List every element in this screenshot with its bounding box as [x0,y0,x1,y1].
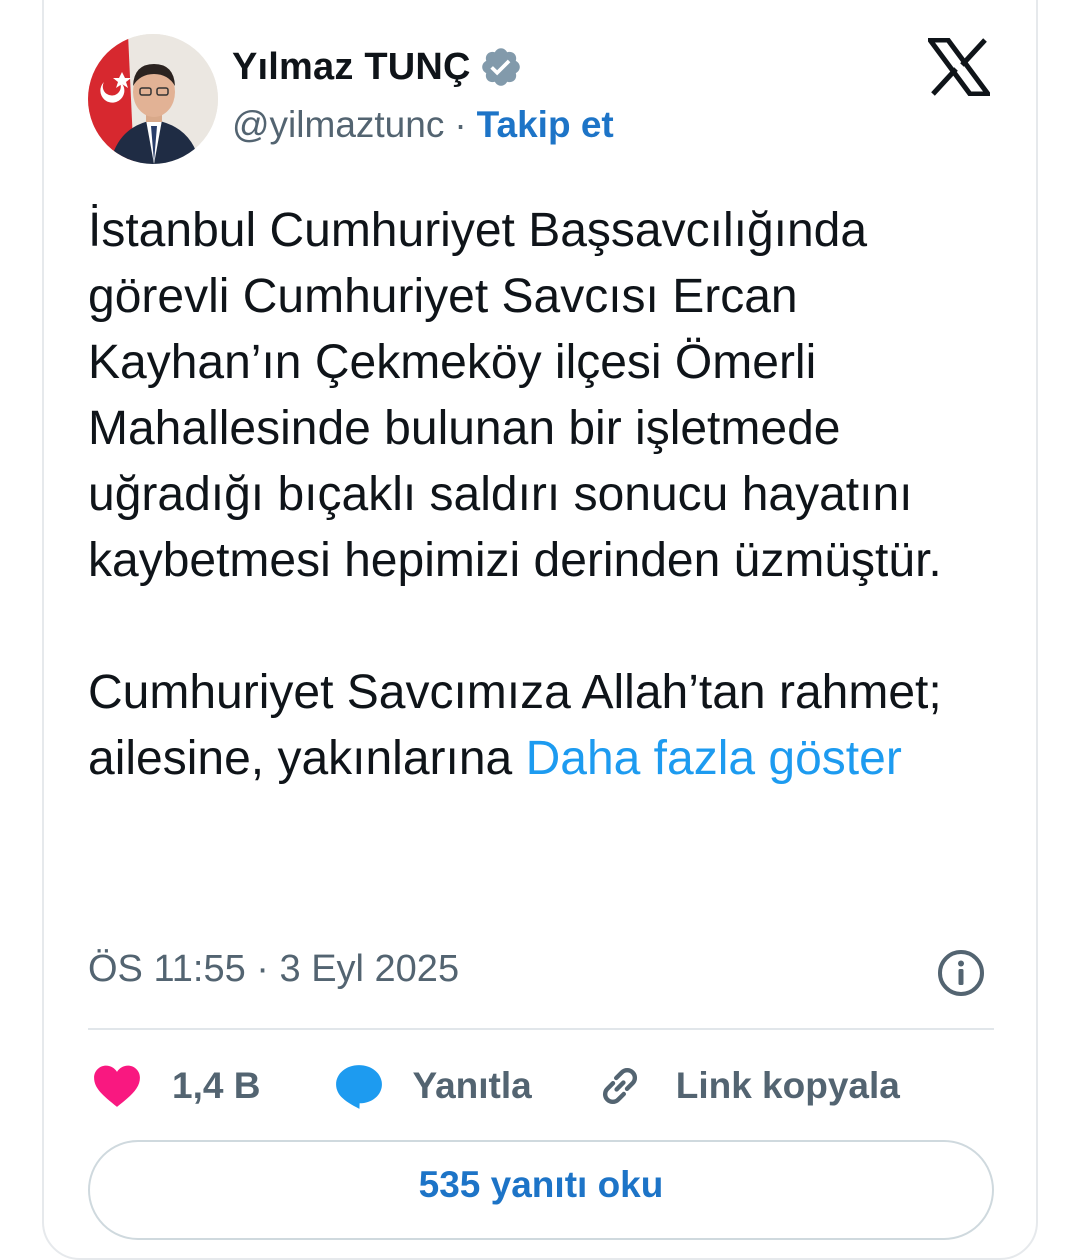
read-replies-button[interactable]: 535 yanıtı oku [88,1140,994,1240]
separator-dot: · [454,104,467,145]
copy-link-button[interactable]: Link kopyala [596,1062,900,1110]
tweet-paragraph: İstanbul Cumhuriyet Başsavcılığında göre… [88,204,942,587]
tweet-timestamp[interactable]: ÖS 11:55 · 3 Eyl 2025 [88,948,459,991]
like-button[interactable]: 1,4 B [92,1063,260,1109]
author-name-row: Yılmaz TUNÇ [232,45,523,89]
heart-icon [94,1065,140,1107]
reply-bubble-icon [336,1065,383,1109]
tweet-paragraph: Cumhuriyet Savcımıza Allah’tan rahmet; a… [88,660,998,792]
like-count: 1,4 B [172,1065,261,1106]
verified-badge-icon [481,48,520,86]
action-bar: 1,4 B Yanıtla Link kopyala [92,1058,900,1114]
handle-row: @yilmaztunc · Takip et [232,104,614,146]
tweet-text: İstanbul Cumhuriyet Başsavcılığında göre… [88,198,998,792]
reply-button[interactable]: Yanıtla [334,1062,532,1110]
link-icon [602,1067,637,1105]
copy-link-label: Link kopyala [675,1065,900,1106]
read-replies-label: 535 yanıtı oku [418,1164,664,1205]
follow-button[interactable]: Takip et [477,104,614,146]
avatar[interactable] [88,34,218,164]
reply-label: Yanıtla [412,1065,532,1106]
author-handle[interactable]: @yilmaztunc [232,104,444,146]
avatar-photo [88,34,218,164]
info-icon[interactable] [936,948,986,998]
show-more-link[interactable]: Daha fazla göster [526,732,902,785]
author-name[interactable]: Yılmaz TUNÇ [232,46,471,89]
divider [88,1028,994,1030]
x-logo-icon[interactable] [928,38,990,96]
